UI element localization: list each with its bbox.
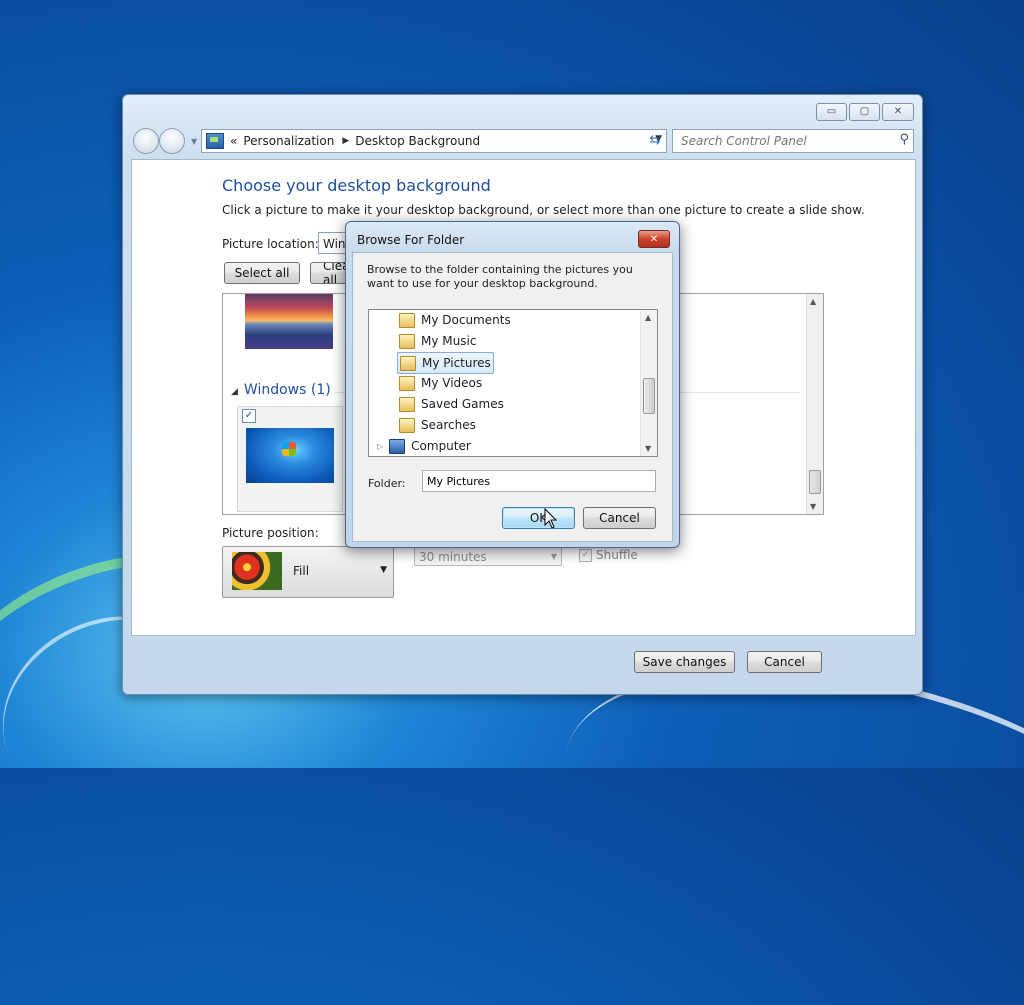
group-header[interactable]: ◢ Windows (1) (231, 382, 331, 398)
shuffle-checkbox[interactable]: ✓ (579, 548, 592, 562)
tree-scrollbar[interactable]: ▲ ▼ (640, 310, 657, 456)
page-title: Choose your desktop background (222, 176, 491, 195)
back-button[interactable] (133, 128, 159, 154)
videos-folder-icon (399, 375, 415, 391)
tree-item-my-pictures[interactable]: My Pictures (397, 352, 494, 374)
forward-button[interactable] (159, 128, 185, 154)
breadcrumb-overflow[interactable]: « (230, 134, 237, 148)
dialog-description: Browse to the folder containing the pict… (367, 263, 633, 290)
folder-tree[interactable]: My Documents My Music My Pictures My Vid… (368, 309, 658, 457)
cancel-button[interactable]: Cancel (747, 651, 822, 673)
tree-item-my-music[interactable]: My Music (399, 331, 476, 351)
breadcrumb-desktop-background[interactable]: Desktop Background (355, 134, 480, 148)
tree-item-saved-games[interactable]: Saved Games (399, 394, 504, 414)
browse-folder-dialog: Browse For Folder ✕ Browse to the folder… (345, 221, 680, 548)
chevron-down-icon: ▼ (550, 552, 557, 561)
computer-icon (389, 438, 406, 454)
tree-item-label: My Documents (421, 313, 511, 327)
picture-location-label: Picture location: (222, 237, 319, 251)
expand-icon[interactable]: ▷ (377, 442, 383, 451)
dialog-title: Browse For Folder (357, 233, 465, 247)
tree-item-searches[interactable]: Searches (399, 415, 476, 435)
tree-item-my-documents[interactable]: My Documents (399, 310, 511, 330)
tree-item-label: My Music (421, 334, 477, 348)
wallpaper-thumbnail[interactable] (246, 428, 334, 483)
picture-position-value: Fill (293, 564, 310, 578)
recent-pages-chevron-icon[interactable]: ▼ (191, 137, 197, 146)
search-icon[interactable]: ⚲ (899, 132, 909, 147)
folder-field[interactable] (422, 470, 656, 492)
tree-item-label: My Pictures (422, 356, 491, 370)
interval-value: 30 minutes (419, 550, 487, 564)
navigation-bar: ▼ « Personalization ▶ Desktop Background… (131, 128, 914, 154)
shuffle-label: Shuffle (596, 548, 638, 562)
folder-label: Folder: (368, 477, 406, 490)
scroll-up-icon[interactable]: ▲ (645, 313, 651, 322)
control-panel-icon (206, 133, 224, 149)
save-changes-button[interactable]: Save changes (634, 651, 735, 673)
interval-select[interactable]: 30 minutes ▼ (414, 546, 562, 566)
page-description: Click a picture to make it your desktop … (222, 203, 865, 217)
scroll-up-icon[interactable]: ▲ (810, 297, 816, 306)
close-button[interactable]: ✕ (882, 103, 914, 121)
scrollbar-thumb[interactable] (809, 470, 821, 494)
position-preview-image (232, 552, 282, 590)
minimize-button[interactable]: ▭ (816, 103, 847, 121)
selected-wallpaper-tile[interactable]: ✓ (237, 406, 343, 512)
group-title: Windows (1) (243, 382, 331, 398)
maximize-button[interactable]: ▢ (849, 103, 880, 121)
refresh-icon[interactable]: ⇆ (643, 129, 667, 151)
tree-item-my-videos[interactable]: My Videos (399, 373, 482, 393)
address-bar[interactable]: « Personalization ▶ Desktop Background ▼ (201, 129, 667, 153)
shuffle-option[interactable]: ✓ Shuffle (579, 548, 638, 562)
documents-folder-icon (399, 312, 415, 328)
searches-folder-icon (399, 417, 415, 433)
chevron-down-icon: ▼ (380, 565, 387, 575)
picture-position-select[interactable]: Fill ▼ (222, 546, 394, 598)
scroll-down-icon[interactable]: ▼ (645, 444, 651, 453)
select-all-button[interactable]: Select all (224, 262, 300, 284)
picture-position-label: Picture position: (222, 526, 319, 540)
tree-item-computer[interactable]: ▷ Computer (377, 436, 471, 456)
ok-button[interactable]: OK (502, 507, 575, 529)
music-folder-icon (399, 333, 415, 349)
scroll-down-icon[interactable]: ▼ (810, 502, 816, 511)
caption-buttons: ▭ ▢ ✕ (816, 103, 914, 121)
breadcrumb-personalization[interactable]: Personalization (243, 134, 334, 148)
windows-logo-icon (282, 442, 296, 456)
command-bar: Save changes Cancel (131, 635, 914, 685)
dialog-close-button[interactable]: ✕ (638, 230, 670, 248)
wallpaper-thumbnail[interactable] (245, 294, 333, 349)
tree-item-label: Searches (421, 418, 476, 432)
collapse-icon[interactable]: ◢ (231, 387, 238, 397)
tree-item-label: My Videos (421, 376, 483, 390)
search-box[interactable]: ⚲ (672, 129, 914, 153)
tree-item-label: Computer (411, 439, 471, 453)
dialog-cancel-button[interactable]: Cancel (583, 507, 656, 529)
pictures-folder-icon (400, 355, 416, 371)
tree-item-label: Saved Games (421, 397, 504, 411)
breadcrumb-separator-icon[interactable]: ▶ (342, 136, 349, 146)
dialog-body: Browse to the folder containing the pict… (352, 252, 673, 542)
gallery-scrollbar[interactable]: ▲ ▼ (806, 294, 823, 514)
wallpaper-checkbox[interactable]: ✓ (242, 409, 256, 423)
saved-games-folder-icon (399, 396, 415, 412)
search-input[interactable] (679, 131, 883, 151)
scrollbar-thumb[interactable] (643, 378, 655, 414)
